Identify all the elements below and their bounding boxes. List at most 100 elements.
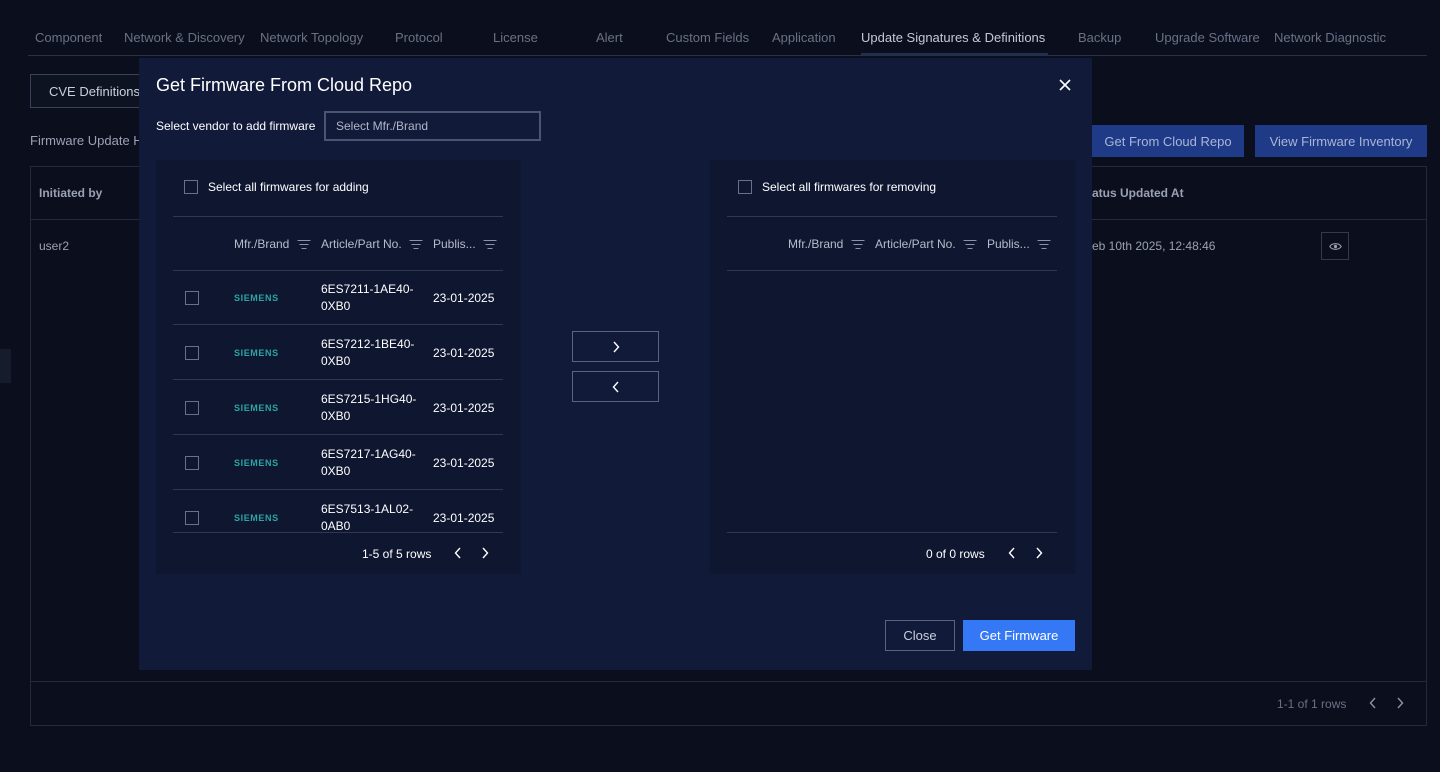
select-all-adding-label: Select all firmwares for adding [208,180,369,194]
history-prev-page-button[interactable] [1363,693,1383,713]
col-initiated-by: Initiated by [39,186,103,200]
divider [173,532,503,533]
left-prev-page-button[interactable] [449,544,467,562]
brand-logo: SIEMENS [234,293,279,303]
divider [727,270,1057,271]
tab-component[interactable]: Component [35,30,102,45]
chevron-left-icon [612,381,619,392]
divider [173,216,503,217]
active-tab-indicator [861,53,1048,56]
select-all-removing-label: Select all firmwares for removing [762,180,937,194]
tab-backup[interactable]: Backup [1078,30,1121,45]
chevron-right-icon [1036,547,1043,559]
table-row[interactable]: SIEMENS 6ES7217-1AG40-0XB0 23-01-2025 [173,436,503,490]
tab-network-diagnostic[interactable]: Network Diagnostic [1274,30,1386,45]
part-number: 6ES7513-1AL02-0AB0 [321,502,414,532]
cve-definitions-button[interactable]: CVE Definitions [30,74,152,108]
left-pager-text: 1-5 of 5 rows [362,547,432,561]
tab-license[interactable]: License [493,30,538,45]
left-next-page-button[interactable] [476,544,494,562]
col-header-label: Mfr./Brand [234,237,290,251]
tab-network-discovery[interactable]: Network & Discovery [124,30,245,45]
chevron-right-icon [482,547,489,559]
table-row[interactable]: SIEMENS 6ES7513-1AL02-0AB0 23-01-2025 [173,491,503,532]
table-row[interactable]: SIEMENS 6ES7212-1BE40-0XB0 23-01-2025 [173,326,503,380]
col-status-updated-at: atus Updated At [1092,186,1184,200]
checkbox[interactable] [184,180,198,194]
part-number: 6ES7217-1AG40-0XB0 [321,447,416,478]
published-date: 23-01-2025 [433,456,495,470]
divider [727,216,1057,217]
right-next-page-button[interactable] [1030,544,1048,562]
row-checkbox[interactable] [185,511,199,525]
select-all-adding-checkbox[interactable]: Select all firmwares for adding [184,180,369,194]
history-next-page-button[interactable] [1390,693,1410,713]
chevron-left-icon [1369,697,1376,709]
table-row[interactable]: SIEMENS 6ES7215-1HG40-0XB0 23-01-2025 [173,381,503,435]
filter-icon[interactable] [1037,239,1051,249]
col-header-published[interactable]: Publis... [433,237,497,251]
table-row[interactable]: SIEMENS 6ES7211-1AE40-0XB0 23-01-2025 [173,271,503,325]
get-from-cloud-repo-button[interactable]: Get From Cloud Repo [1092,125,1244,157]
filter-icon[interactable] [963,239,977,249]
tab-protocol[interactable]: Protocol [395,30,443,45]
filter-icon[interactable] [483,239,497,249]
chevron-right-icon [612,341,619,352]
brand-logo: SIEMENS [234,513,279,523]
tab-network-topology[interactable]: Network Topology [260,30,363,45]
cell-initiated-by: user2 [39,239,70,253]
selected-firmware-panel: Select all firmwares for removing Mfr./B… [710,160,1075,574]
row-checkbox[interactable] [185,291,199,305]
move-to-left-button[interactable] [572,371,659,402]
row-checkbox[interactable] [185,456,199,470]
published-date: 23-01-2025 [433,291,495,305]
available-firmware-list[interactable]: SIEMENS 6ES7211-1AE40-0XB0 23-01-2025 SI… [173,271,503,532]
tab-upgrade-software[interactable]: Upgrade Software [1155,30,1260,45]
view-details-button[interactable] [1321,232,1349,260]
row-checkbox[interactable] [185,401,199,415]
tab-update-signatures[interactable]: Update Signatures & Definitions [861,30,1045,45]
checkbox[interactable] [738,180,752,194]
available-firmware-panel: Select all firmwares for adding Mfr./Bra… [156,160,521,574]
divider [727,532,1057,533]
vendor-select-input[interactable] [324,111,541,141]
close-button[interactable]: Close [885,620,955,651]
published-date: 23-01-2025 [433,401,495,415]
col-header-label: Article/Part No. [875,237,956,251]
get-firmware-button[interactable]: Get Firmware [963,620,1075,651]
history-pager-text: 1-1 of 1 rows [1277,697,1347,711]
tab-custom-fields[interactable]: Custom Fields [666,30,749,45]
brand-logo: SIEMENS [234,458,279,468]
col-header-label: Article/Part No. [321,237,402,251]
col-header-published[interactable]: Publis... [987,237,1051,251]
col-header-label: Publis... [433,237,476,251]
move-to-right-button[interactable] [572,331,659,362]
brand-logo: SIEMENS [234,348,279,358]
view-firmware-inventory-button[interactable]: View Firmware Inventory [1255,125,1427,157]
col-header-label: Mfr./Brand [788,237,844,251]
col-header-label: Publis... [987,237,1030,251]
col-header-mfr-brand[interactable]: Mfr./Brand [788,237,865,251]
eye-icon [1328,242,1342,250]
filter-icon[interactable] [409,239,423,249]
modal-title: Get Firmware From Cloud Repo [156,75,413,95]
chevron-right-icon [1397,697,1404,709]
tab-application[interactable]: Application [772,30,836,45]
sidebar-handle[interactable] [0,349,11,383]
col-header-mfr-brand[interactable]: Mfr./Brand [234,237,311,251]
col-header-article-part[interactable]: Article/Part No. [321,237,423,251]
select-all-removing-checkbox[interactable]: Select all firmwares for removing [738,180,936,194]
firmware-update-history-title: Firmware Update H [30,133,143,148]
part-number: 6ES7211-1AE40-0XB0 [321,282,414,313]
table-footer-divider [31,681,1426,682]
brand-logo: SIEMENS [234,403,279,413]
filter-icon[interactable] [851,239,865,249]
col-header-article-part[interactable]: Article/Part No. [875,237,977,251]
settings-tabs: Component Network & Discovery Network To… [28,18,1427,56]
tab-alert[interactable]: Alert [596,30,623,45]
published-date: 23-01-2025 [433,346,495,360]
filter-icon[interactable] [297,239,311,249]
right-prev-page-button[interactable] [1003,544,1021,562]
modal-close-button[interactable] [1055,75,1075,95]
row-checkbox[interactable] [185,346,199,360]
